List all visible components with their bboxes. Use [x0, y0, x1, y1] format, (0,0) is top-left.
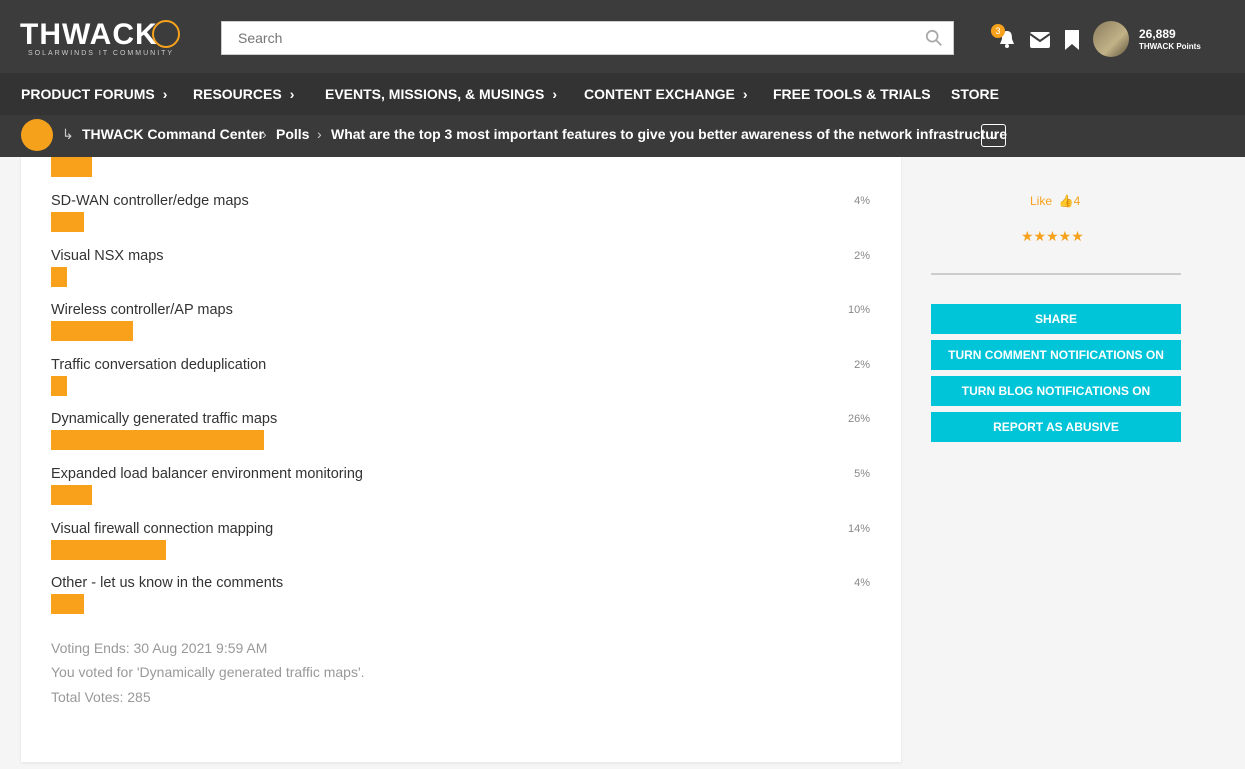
poll-bar	[51, 430, 265, 451]
game-controller-icon[interactable]	[21, 119, 53, 151]
nav-label: STORE	[951, 86, 999, 102]
breadcrumb-polls[interactable]: Polls	[276, 126, 309, 142]
breadcrumb: ↳ THWACK Command Center › Polls › What a…	[0, 115, 1245, 157]
poll-option-percent: 5%	[854, 468, 870, 480]
return-arrow-icon: ↳	[62, 126, 74, 142]
search-icon[interactable]	[925, 29, 943, 47]
poll-option-percent: 4%	[854, 195, 870, 207]
avatar[interactable]	[1093, 21, 1129, 57]
breadcrumb-current-poll[interactable]: What are the top 3 most important featur…	[331, 126, 1007, 142]
breadcrumb-command-center[interactable]: THWACK Command Center	[82, 126, 264, 142]
blog-notifications-button[interactable]: TURN BLOG NOTIFICATIONS ON	[931, 376, 1181, 406]
thwack-logo[interactable]: THWACK	[20, 18, 158, 52]
poll-option-percent: 26%	[847, 413, 870, 426]
comment-notifications-button[interactable]: TURN COMMENT NOTIFICATIONS ON	[931, 340, 1181, 370]
poll-option-percent: 4%	[854, 577, 870, 590]
poll-bar	[51, 594, 84, 615]
chevron-right-icon: ›	[552, 86, 558, 102]
poll-bar	[51, 212, 84, 232]
poll-bar	[51, 485, 92, 505]
nav-label: EVENTS, MISSIONS, & MUSINGS	[325, 86, 545, 102]
chevron-down-icon[interactable]: ⌄	[981, 124, 1006, 147]
nav-label: CONTENT EXCHANGE	[584, 86, 735, 102]
poll-option-label: SD-WAN controller/edge maps	[51, 193, 249, 209]
nav-label: FREE TOOLS & TRIALS	[773, 86, 931, 102]
poll-option-label: Other - let us know in the comments	[51, 575, 284, 592]
share-button[interactable]: SHARE	[931, 304, 1181, 334]
poll-content: SD-WAN controller/edge maps 4% Visual NSX …	[21, 157, 901, 762]
points-value: 26,889	[1139, 27, 1176, 41]
poll-bar	[51, 321, 133, 342]
voting-ends: Voting Ends: 30 Aug 2021 9:59 AM	[51, 640, 268, 656]
brain-logo-icon	[152, 20, 180, 48]
chevron-right-icon: ›	[262, 126, 267, 142]
like-label: Like	[1030, 194, 1053, 208]
report-abusive-button[interactable]: REPORT AS ABUSIVE	[931, 412, 1181, 442]
nav-label: PRODUCT FORUMS	[21, 86, 155, 102]
nav-store[interactable]: STORE	[951, 86, 999, 102]
chevron-right-icon: ›	[742, 86, 748, 102]
nav-free-tools[interactable]: FREE TOOLS & TRIALS	[773, 86, 931, 102]
mail-icon[interactable]	[1030, 32, 1050, 48]
chevron-right-icon: ›	[289, 86, 295, 102]
poll-bar-partial	[51, 157, 92, 177]
poll-option-label: Dynamically generated traffic maps	[51, 411, 278, 428]
search-box[interactable]	[221, 21, 954, 55]
main-nav: PRODUCT FORUMS › RESOURCES › EVENTS, MISSI…	[0, 73, 1245, 115]
divider	[931, 273, 1181, 275]
bookmark-icon[interactable]	[1064, 30, 1080, 50]
like-count: 4	[1073, 194, 1081, 208]
poll-option-label: Traffic conversation deduplication	[51, 356, 267, 373]
total-votes: Total Votes: 285	[51, 689, 151, 705]
points-label: THWACK Points	[1139, 42, 1201, 51]
poll-option-percent: 2%	[854, 358, 870, 371]
nav-resources[interactable]: RESOURCES ›	[193, 86, 294, 102]
chevron-right-icon: ›	[162, 86, 168, 102]
poll-option-label: Wireless controller/AP maps	[51, 302, 233, 319]
nav-label: RESOURCES	[193, 86, 282, 102]
poll-option-label: Visual NSX maps	[51, 247, 164, 264]
poll-option-label: Expanded load balancer environment monit…	[51, 466, 363, 482]
you-voted: You voted for 'Dynamically generated tra…	[51, 664, 365, 680]
thumbs-up-icon: 👍	[1058, 194, 1074, 208]
poll-option-percent: 2%	[854, 249, 870, 262]
search-input[interactable]	[222, 22, 902, 54]
rating-stars[interactable]: ★★★★★	[1021, 228, 1084, 245]
chevron-right-icon: ›	[317, 126, 322, 142]
poll-bar	[51, 375, 68, 396]
nav-events[interactable]: EVENTS, MISSIONS, & MUSINGS ›	[325, 86, 557, 102]
like-button[interactable]: Like 👍4	[1030, 194, 1080, 208]
notification-count-badge: 3	[991, 24, 1005, 38]
poll-option-label: Visual firewall connection mapping	[51, 520, 274, 537]
poll-option-percent: 14%	[847, 522, 870, 535]
poll-bar	[51, 539, 166, 560]
top-header: THWACK SOLARWINDS IT COMMUNITY 3 26,889 …	[0, 0, 1245, 73]
nav-content-exchange[interactable]: CONTENT EXCHANGE ›	[584, 86, 748, 102]
logo-subtitle: SOLARWINDS IT COMMUNITY	[28, 50, 175, 57]
nav-product-forums[interactable]: PRODUCT FORUMS ›	[21, 86, 167, 102]
poll-bar	[51, 266, 68, 287]
poll-option-percent: 10%	[847, 304, 870, 317]
